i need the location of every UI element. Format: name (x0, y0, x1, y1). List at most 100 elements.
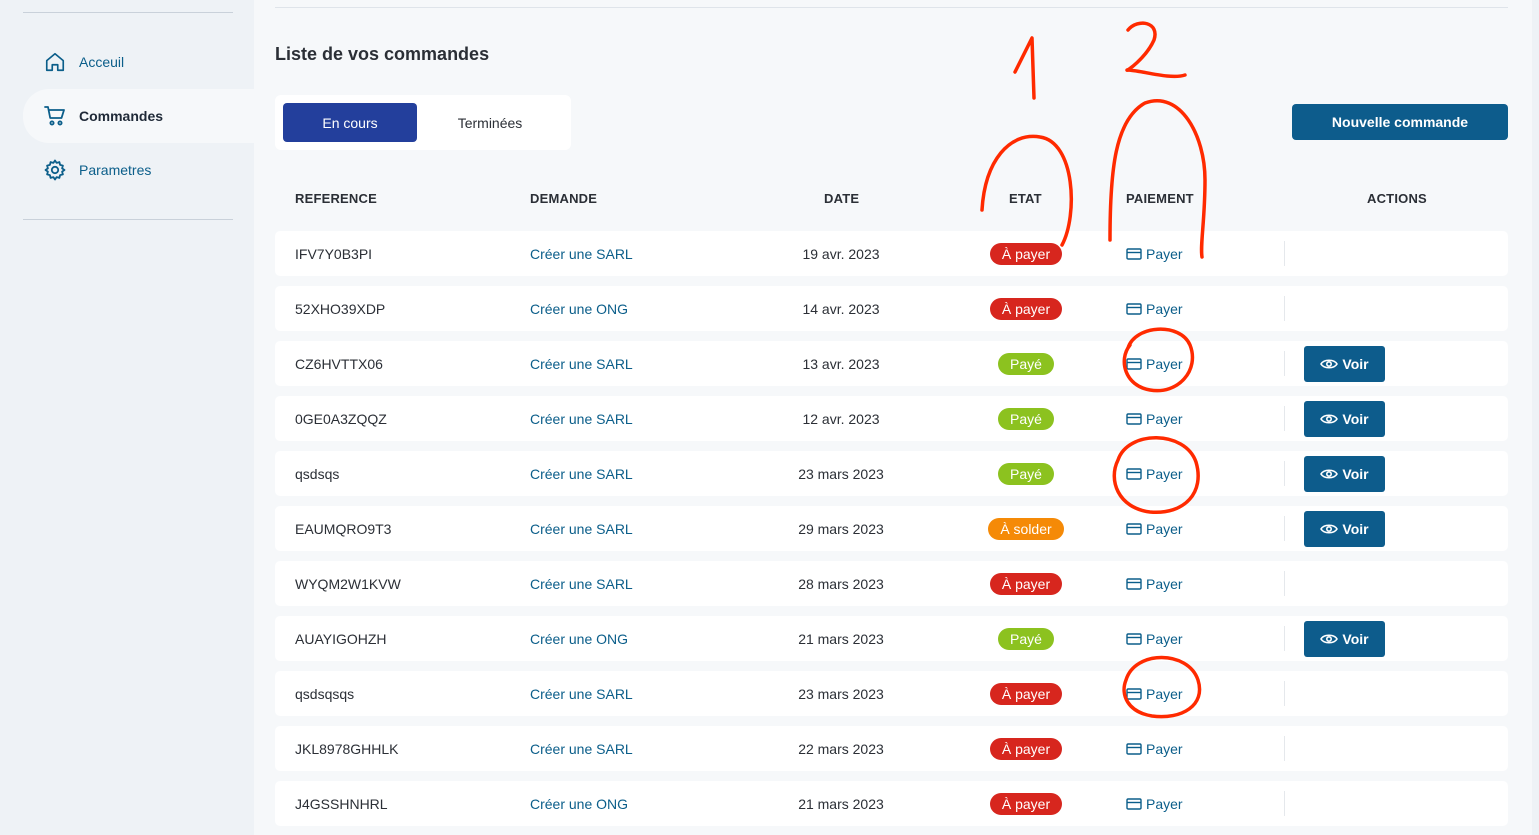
credit-card-icon (1126, 742, 1142, 755)
sidebar-item-parametres[interactable]: Parametres (23, 143, 253, 197)
view-button[interactable]: Voir (1304, 620, 1385, 657)
home-icon (43, 50, 67, 74)
view-label: Voir (1342, 410, 1369, 427)
status-cell: À payer (975, 781, 1077, 826)
sidebar-item-label: Acceuil (79, 54, 125, 70)
pay-link[interactable]: Payer (1126, 561, 1183, 606)
pay-link[interactable]: Payer (1126, 506, 1183, 551)
column-header-date: DATE (824, 191, 860, 206)
demande-link[interactable]: Créer une ONG (530, 286, 628, 331)
tab-terminees[interactable]: Terminées (425, 103, 555, 142)
demande-link[interactable]: Créer une ONG (530, 781, 628, 826)
credit-card-icon (1126, 302, 1142, 315)
new-order-button[interactable]: Nouvelle commande (1292, 104, 1508, 140)
sidebar-item-label: Commandes (79, 108, 164, 124)
reference-cell: JKL8978GHHLK (295, 740, 399, 757)
view-button[interactable]: Voir (1304, 510, 1385, 547)
pay-label: Payer (1146, 465, 1183, 482)
reference-cell: 52XHO39XDP (295, 300, 386, 317)
actions-cell: Voir (1304, 341, 1385, 386)
pay-label: Payer (1146, 685, 1183, 702)
pay-link[interactable]: Payer (1126, 341, 1183, 386)
pay-link[interactable]: Payer (1126, 616, 1183, 661)
table-row: JKL8978GHHLK Créer une SARL 22 mars 2023 À … (275, 726, 1508, 771)
demande-link[interactable]: Créer une SARL (530, 231, 633, 276)
status-badge: À solder (988, 517, 1064, 540)
demande-link[interactable]: Créer une SARL (530, 726, 633, 771)
demande-link[interactable]: Créer une ONG (530, 616, 628, 661)
table-row: IFV7Y0B3PI Créer une SARL 19 avr. 2023 À pa… (275, 231, 1508, 276)
reference-cell: EAUMQRO9T3 (295, 520, 392, 537)
date-cell: 29 mars 2023 (798, 520, 884, 537)
date-cell: 23 mars 2023 (798, 685, 884, 702)
view-button[interactable]: Voir (1304, 345, 1385, 382)
reference-cell: J4GSSHNHRL (295, 795, 388, 812)
status-cell: Payé (975, 341, 1077, 386)
sidebar: Acceuil Commandes Parametres (0, 0, 254, 835)
column-header-paiement: PAIEMENT (1126, 191, 1194, 206)
actions-cell: Voir (1304, 451, 1385, 496)
status-cell: À payer (975, 286, 1077, 331)
reference-cell: 0GE0A3ZQQZ (295, 410, 387, 427)
view-label: Voir (1342, 630, 1369, 647)
view-label: Voir (1342, 465, 1369, 482)
table-row: 52XHO39XDP Créer une ONG 14 avr. 2023 À pay… (275, 286, 1508, 331)
page-title: Liste de vos commandes (275, 44, 490, 64)
pay-label: Payer (1146, 795, 1183, 812)
demande-link[interactable]: Créer une SARL (530, 341, 633, 386)
eye-icon (1320, 358, 1339, 370)
sidebar-item-acceuil[interactable]: Acceuil (23, 35, 253, 89)
pay-label: Payer (1146, 300, 1183, 317)
status-cell: À payer (975, 726, 1077, 771)
sidebar-item-label: Parametres (79, 162, 152, 178)
date-cell: 12 avr. 2023 (802, 410, 880, 427)
pay-link[interactable]: Payer (1126, 231, 1183, 276)
column-divider (1284, 681, 1285, 706)
date-cell: 23 mars 2023 (798, 465, 884, 482)
demande-link[interactable]: Créer une SARL (530, 396, 633, 441)
column-divider (1284, 516, 1285, 541)
column-divider (1284, 571, 1285, 596)
column-header-reference: REFERENCE (295, 191, 377, 206)
view-button[interactable]: Voir (1304, 400, 1385, 437)
credit-card-icon (1126, 577, 1142, 590)
view-button[interactable]: Voir (1304, 455, 1385, 492)
status-badge: À payer (989, 792, 1063, 815)
table-row: qsdsqs Créer une SARL 23 mars 2023 Payé Paye… (275, 451, 1508, 496)
pay-link[interactable]: Payer (1126, 671, 1183, 716)
pay-link[interactable]: Payer (1126, 286, 1183, 331)
credit-card-icon (1126, 467, 1142, 480)
pay-label: Payer (1146, 410, 1183, 427)
eye-icon (1320, 468, 1339, 480)
pay-link[interactable]: Payer (1126, 396, 1183, 441)
pay-link[interactable]: Payer (1126, 726, 1183, 771)
pay-link[interactable]: Payer (1126, 451, 1183, 496)
credit-card-icon (1126, 522, 1142, 535)
date-cell: 28 mars 2023 (798, 575, 884, 592)
date-cell: 13 avr. 2023 (802, 355, 880, 372)
reference-cell: qsdsqs (295, 465, 340, 482)
pay-label: Payer (1146, 245, 1183, 262)
eye-icon (1320, 633, 1339, 645)
column-divider (1284, 626, 1285, 651)
header-divider (275, 7, 1508, 8)
sidebar-item-commandes[interactable]: Commandes (23, 89, 254, 143)
date-cell: 22 mars 2023 (798, 740, 884, 757)
credit-card-icon (1126, 632, 1142, 645)
demande-link[interactable]: Créer une SARL (530, 451, 633, 496)
credit-card-icon (1126, 797, 1142, 810)
reference-cell: WYQM2W1KVW (295, 575, 401, 592)
actions-cell: Voir (1304, 616, 1385, 661)
pay-link[interactable]: Payer (1126, 781, 1183, 826)
demande-link[interactable]: Créer une SARL (530, 561, 633, 606)
view-label: Voir (1342, 355, 1369, 372)
eye-icon (1320, 523, 1339, 535)
actions-cell: Voir (1304, 396, 1385, 441)
demande-link[interactable]: Créer une SARL (530, 671, 633, 716)
tab-en-cours[interactable]: En cours (283, 103, 417, 142)
demande-link[interactable]: Créer une SARL (530, 506, 633, 551)
column-divider (1284, 241, 1285, 266)
table-header: REFERENCE DEMANDE DATE ETAT PAIEMENT ACT… (275, 188, 1508, 210)
status-badge: À payer (989, 297, 1063, 320)
gear-icon (43, 158, 67, 182)
